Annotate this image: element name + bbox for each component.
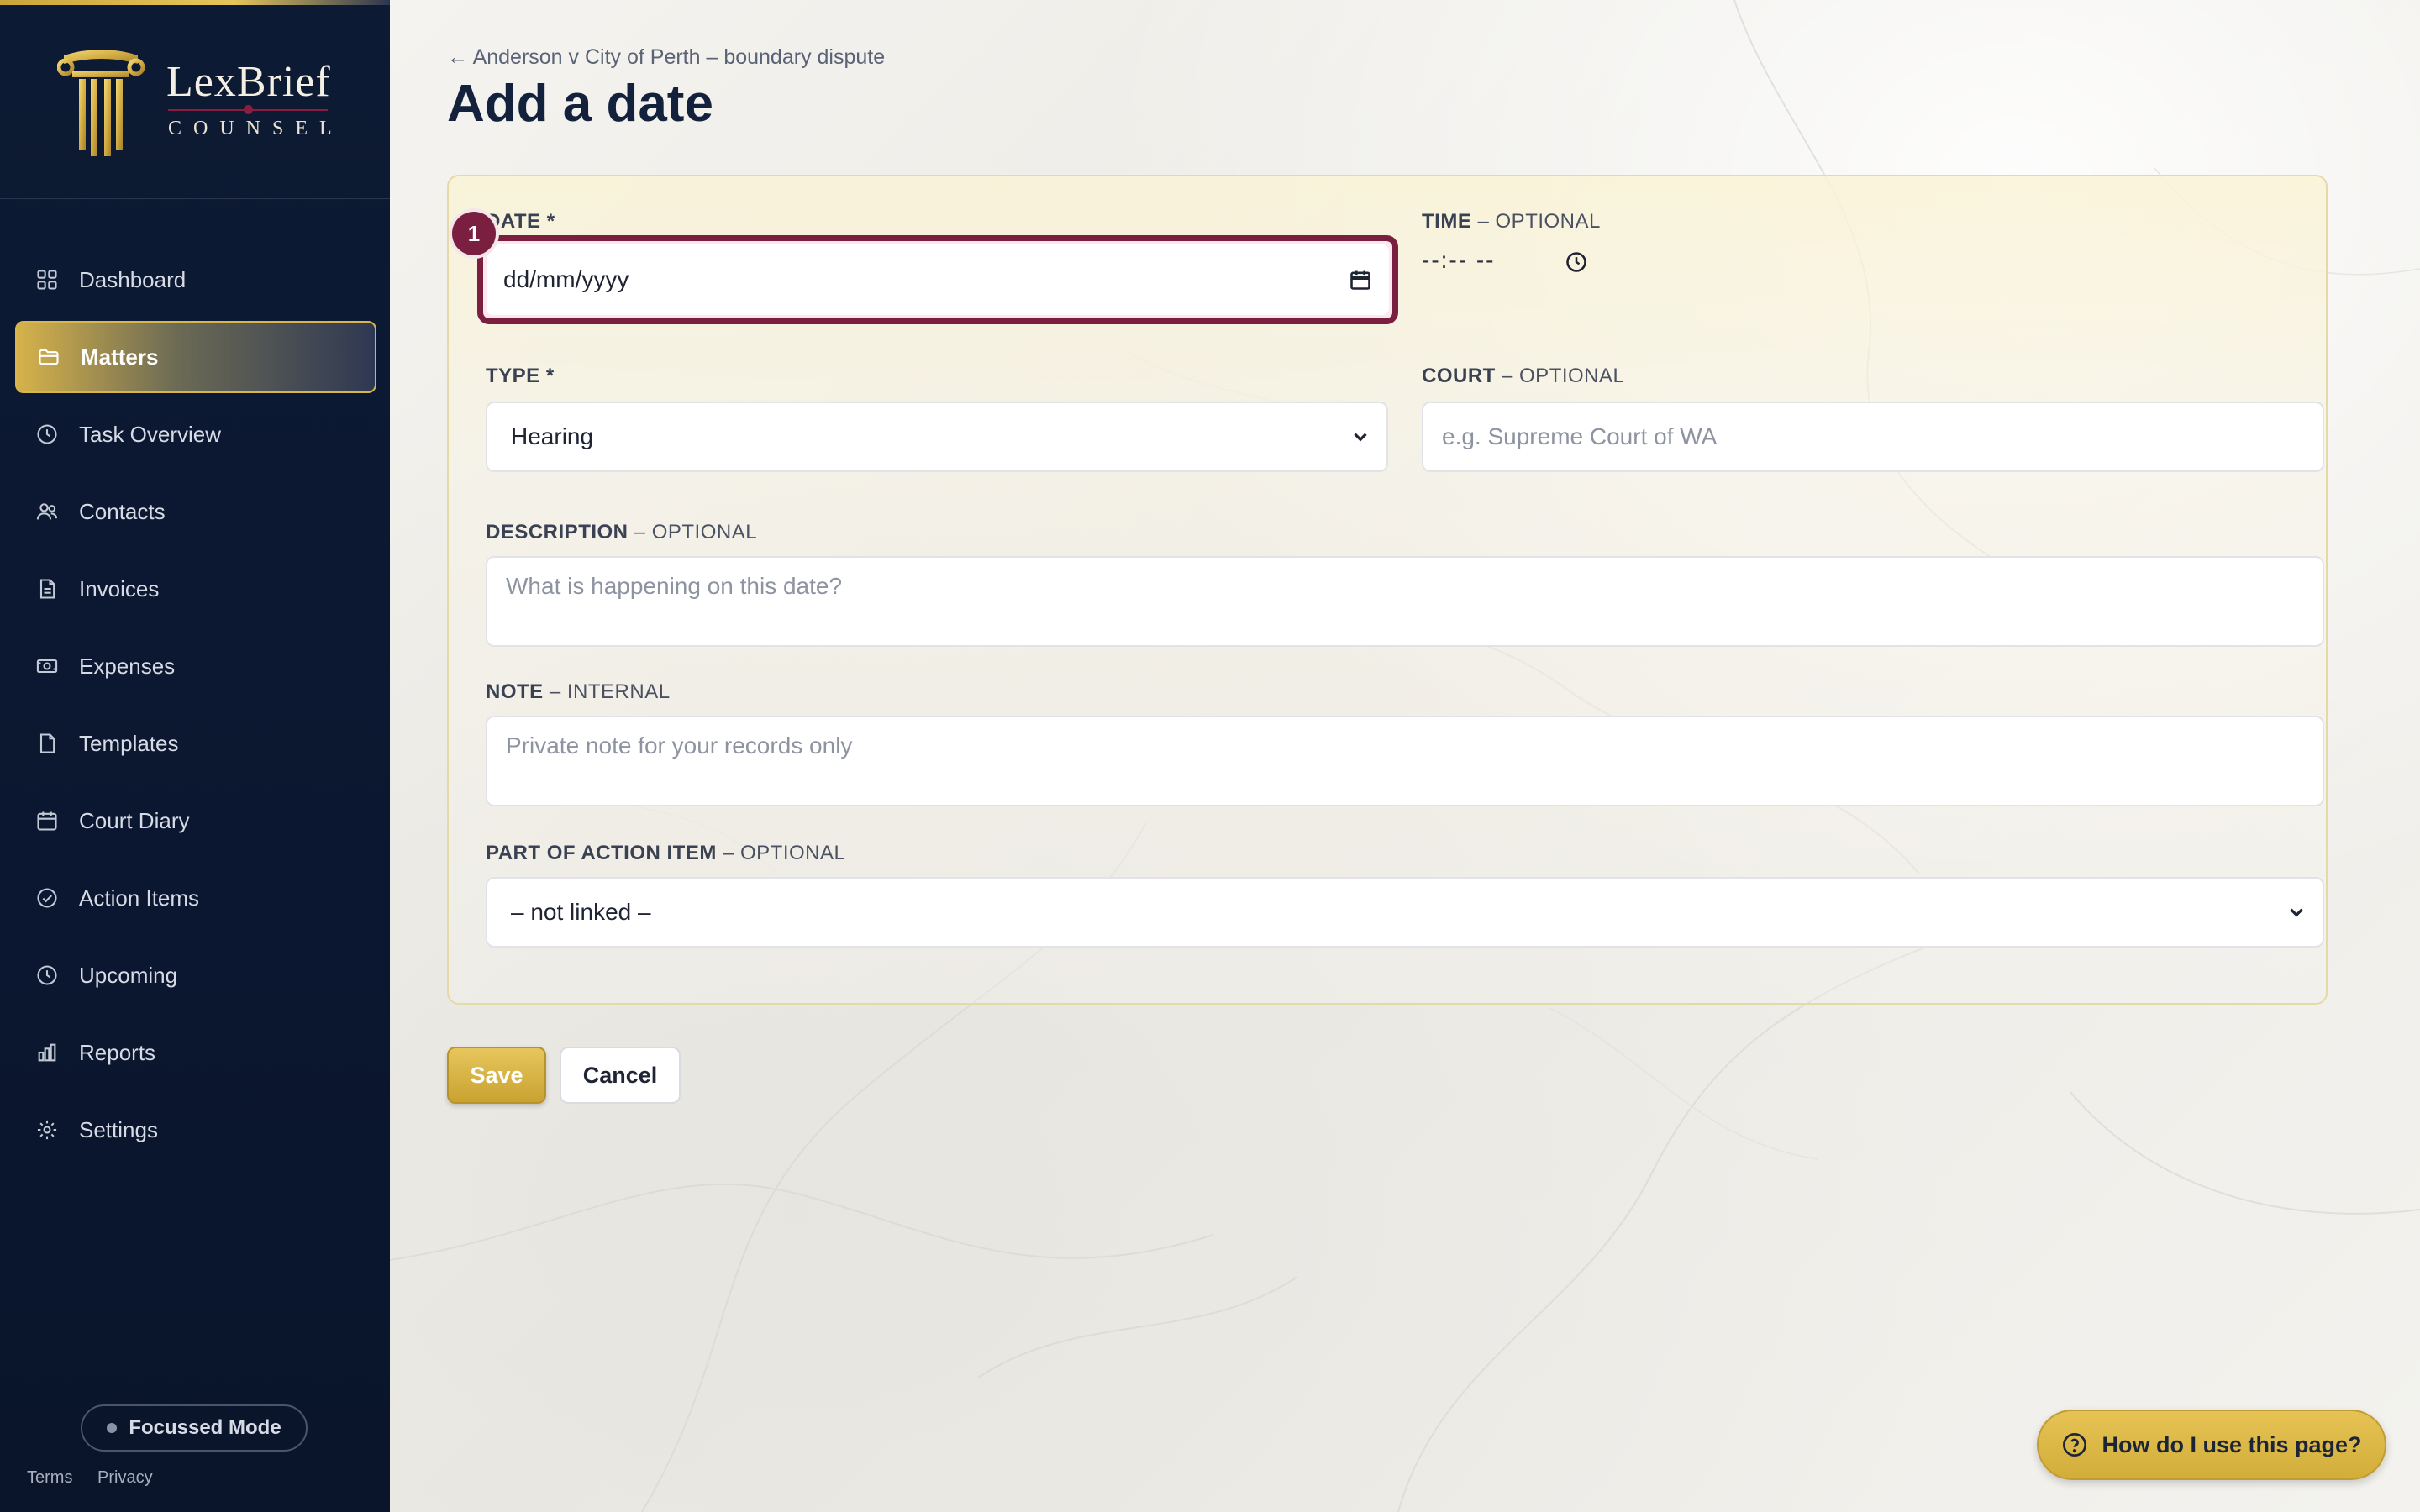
- invoice-icon: [39, 579, 55, 599]
- sidebar-item-settings[interactable]: Settings: [15, 1094, 376, 1166]
- privacy-link[interactable]: Privacy: [97, 1468, 153, 1487]
- sidebar-item-matters[interactable]: Matters: [15, 321, 376, 393]
- sidebar-divider: [0, 198, 390, 199]
- brand-logo[interactable]: LexBrief COUNSEL: [57, 42, 343, 163]
- breadcrumb[interactable]: ← Anderson v City of Perth – boundary di…: [447, 45, 885, 70]
- note-label: NOTE – INTERNAL: [486, 680, 671, 703]
- sidebar-item-label: Action Items: [79, 885, 200, 911]
- save-button[interactable]: Save: [447, 1047, 546, 1104]
- note-textarea[interactable]: [487, 717, 2323, 805]
- sidebar-item-label: Matters: [81, 344, 159, 370]
- clock-icon[interactable]: [1565, 250, 1588, 274]
- court-input[interactable]: [1423, 403, 2323, 470]
- date-field[interactable]: dd/mm/yyyy: [487, 244, 1389, 315]
- step-badge: 1: [452, 212, 496, 255]
- sidebar-item-dashboard[interactable]: Dashboard: [15, 244, 376, 316]
- date-label: DATE *: [486, 210, 555, 233]
- type-select-value: Hearing: [511, 423, 594, 449]
- court-label: COURT – OPTIONAL: [1422, 365, 1625, 387]
- action-item-select-value: – not linked –: [511, 899, 651, 925]
- type-label: TYPE *: [486, 365, 555, 387]
- calendar-icon[interactable]: [1349, 268, 1372, 291]
- sidebar-item-label: Settings: [79, 1116, 158, 1142]
- cancel-button[interactable]: Cancel: [560, 1047, 681, 1104]
- description-label: DESCRIPTION – OPTIONAL: [486, 521, 758, 543]
- action-item-select[interactable]: – not linked –: [486, 877, 2324, 948]
- description-textarea[interactable]: [487, 558, 2323, 645]
- type-select[interactable]: Hearing: [486, 402, 1388, 472]
- action-item-label: PART OF ACTION ITEM – OPTIONAL: [486, 842, 846, 864]
- sidebar-item-label: Dashboard: [79, 266, 187, 292]
- file-icon: [39, 733, 55, 753]
- focus-mode-toggle[interactable]: Focussed Mode: [81, 1404, 308, 1452]
- sidebar-item-action-items[interactable]: Action Items: [15, 862, 376, 934]
- sidebar-item-label: Reports: [79, 1039, 156, 1065]
- cash-icon: [36, 659, 58, 674]
- chevron-down-icon: [2290, 908, 2303, 917]
- grid-icon: [37, 270, 57, 290]
- help-button-label: How do I use this page?: [2102, 1431, 2362, 1457]
- clock-icon: [37, 965, 57, 985]
- focus-mode-label: Focussed Mode: [129, 1416, 281, 1439]
- page-title: Add a date: [447, 75, 713, 133]
- sidebar-item-upcoming[interactable]: Upcoming: [15, 939, 376, 1011]
- sidebar-item-label: Upcoming: [79, 962, 178, 988]
- note-field-wrap: [486, 716, 2324, 806]
- sidebar-nav: Dashboard Matters Task Overview Contacts…: [15, 244, 376, 1171]
- sidebar-item-court-diary[interactable]: Court Diary: [15, 785, 376, 857]
- sidebar-item-contacts[interactable]: Contacts: [15, 475, 376, 548]
- sidebar-item-expenses[interactable]: Expenses: [15, 630, 376, 702]
- time-field[interactable]: --:-- --: [1422, 247, 1496, 274]
- sidebar: LexBrief COUNSEL Dashboard Matters Task …: [0, 0, 390, 1512]
- brand-dot: [244, 105, 253, 114]
- check-circle-icon: [37, 888, 57, 908]
- sidebar-accent-line: [0, 0, 390, 5]
- clock-icon: [37, 424, 57, 444]
- bar-chart-icon: [38, 1043, 56, 1062]
- date-field-highlight: dd/mm/yyyy: [477, 235, 1398, 324]
- sidebar-item-task-overview[interactable]: Task Overview: [15, 398, 376, 470]
- date-value: dd/mm/yyyy: [503, 266, 629, 292]
- help-button[interactable]: How do I use this page?: [2037, 1410, 2386, 1480]
- time-label: TIME – OPTIONAL: [1422, 210, 1601, 233]
- sidebar-item-label: Invoices: [79, 575, 160, 601]
- terms-link[interactable]: Terms: [27, 1468, 72, 1487]
- users-icon: [36, 503, 58, 520]
- description-field-wrap: [486, 556, 2324, 647]
- sidebar-item-reports[interactable]: Reports: [15, 1016, 376, 1089]
- brand-tagline: COUNSEL: [168, 118, 344, 139]
- folder-icon: [39, 349, 59, 365]
- sidebar-item-label: Expenses: [79, 653, 176, 679]
- sidebar-item-label: Templates: [79, 730, 179, 756]
- status-dot: [107, 1423, 118, 1433]
- question-icon: [2063, 1433, 2087, 1457]
- chevron-down-icon: [1354, 433, 1367, 442]
- court-field-wrap: [1422, 402, 2324, 472]
- sidebar-item-templates[interactable]: Templates: [15, 707, 376, 780]
- sidebar-item-invoices[interactable]: Invoices: [15, 553, 376, 625]
- gear-icon: [37, 1120, 57, 1140]
- sidebar-item-label: Task Overview: [79, 421, 222, 447]
- legal-links: Terms Privacy: [27, 1468, 173, 1488]
- pillar-logo-icon: [57, 50, 145, 156]
- sidebar-item-label: Court Diary: [79, 807, 190, 833]
- brand-name: LexBrief: [166, 58, 331, 106]
- sidebar-item-label: Contacts: [79, 498, 166, 524]
- calendar-icon: [37, 811, 57, 831]
